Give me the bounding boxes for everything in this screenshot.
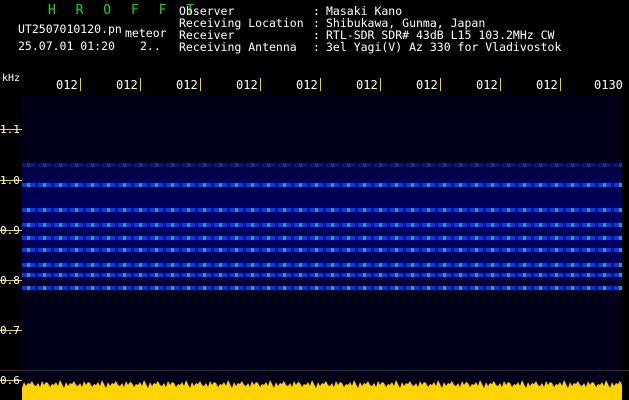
date-time-tail: 2..	[140, 39, 161, 53]
trace-line	[22, 285, 622, 290]
time-label: 012	[116, 78, 138, 92]
freq-label: 0.9	[0, 224, 20, 237]
time-label: 012	[536, 78, 558, 92]
time-tick	[260, 78, 261, 91]
signal-level-area	[22, 380, 622, 400]
trace-line	[22, 183, 622, 187]
time-label: 012	[176, 78, 198, 92]
time-label: 0130	[594, 78, 623, 92]
baseline	[0, 370, 629, 371]
time-tick	[380, 78, 381, 91]
time-tick	[560, 78, 561, 91]
time-label: 012	[356, 78, 378, 92]
freq-label: 1.1	[0, 123, 20, 136]
signal-type: meteor	[125, 26, 167, 40]
time-label: 012	[416, 78, 438, 92]
freq-label: 1.0	[0, 174, 20, 187]
trace-line	[22, 208, 622, 212]
time-tick	[140, 78, 141, 91]
trace-line	[22, 263, 622, 267]
trace-line	[22, 273, 622, 277]
date-time: 25.07.01 01:20	[18, 39, 115, 53]
time-tick	[80, 78, 81, 91]
freq-unit-label: kHz	[2, 73, 21, 84]
time-tick	[320, 78, 321, 91]
time-label: 012	[296, 78, 318, 92]
freq-label: 0.8	[0, 274, 20, 287]
trace-line	[22, 163, 622, 167]
signal-level-bar	[22, 380, 622, 400]
freq-label: 0.6	[0, 374, 20, 387]
trace-line	[22, 248, 622, 252]
antenna-label: Receiving Antenna	[179, 40, 297, 54]
time-label: 012	[236, 78, 258, 92]
antenna-colon: :	[313, 40, 320, 54]
time-tick	[200, 78, 201, 91]
antenna-value: 3el Yagi(V) Az 330 for Vladivostok	[326, 40, 562, 54]
hrofft-logo: H R O F F T	[48, 3, 201, 18]
time-label: 012	[476, 78, 498, 92]
trace-line	[22, 235, 622, 240]
file-name: UT2507010120.pn	[18, 22, 122, 36]
time-tick	[440, 78, 441, 91]
time-tick	[500, 78, 501, 91]
spectrogram	[22, 96, 622, 400]
time-label: 012	[56, 78, 78, 92]
freq-label: 0.7	[0, 324, 20, 337]
trace-line	[22, 223, 622, 227]
